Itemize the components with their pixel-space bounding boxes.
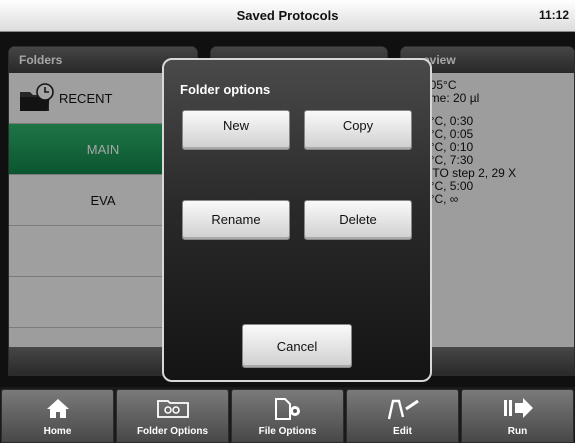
bottom-toolbar: Home Folder Options File Options Edit Ru… [0,387,575,443]
cancel-button[interactable]: Cancel [242,324,352,368]
delete-button[interactable]: Delete [304,200,412,240]
new-button[interactable]: New [182,110,290,150]
run-icon [503,398,533,418]
folder-options-dialog: Folder options New Copy Rename Delete Ca… [162,58,432,382]
edit-label: Edit [393,426,412,437]
copy-button[interactable]: Copy [304,110,412,150]
file-options-button[interactable]: File Options [231,389,344,443]
file-options-label: File Options [258,426,317,437]
screen-title: Saved Protocols [236,8,339,23]
home-button[interactable]: Home [1,389,114,443]
top-status-bar: Saved Protocols 11:12 [0,0,575,32]
folder-gears-icon [156,400,189,418]
folder-options-button[interactable]: Folder Options [116,389,229,443]
clock: 11:12 [538,8,569,22]
dialog-title: Folder options [180,82,271,97]
home-icon [46,399,69,418]
home-label: Home [43,426,72,437]
file-gear-icon [274,398,300,420]
edit-button[interactable]: Edit [346,389,459,443]
run-button[interactable]: Run [461,389,574,443]
run-label: Run [507,426,528,437]
rename-button[interactable]: Rename [182,200,290,240]
folder-options-label: Folder Options [136,426,209,437]
edit-curve-icon [387,399,419,420]
